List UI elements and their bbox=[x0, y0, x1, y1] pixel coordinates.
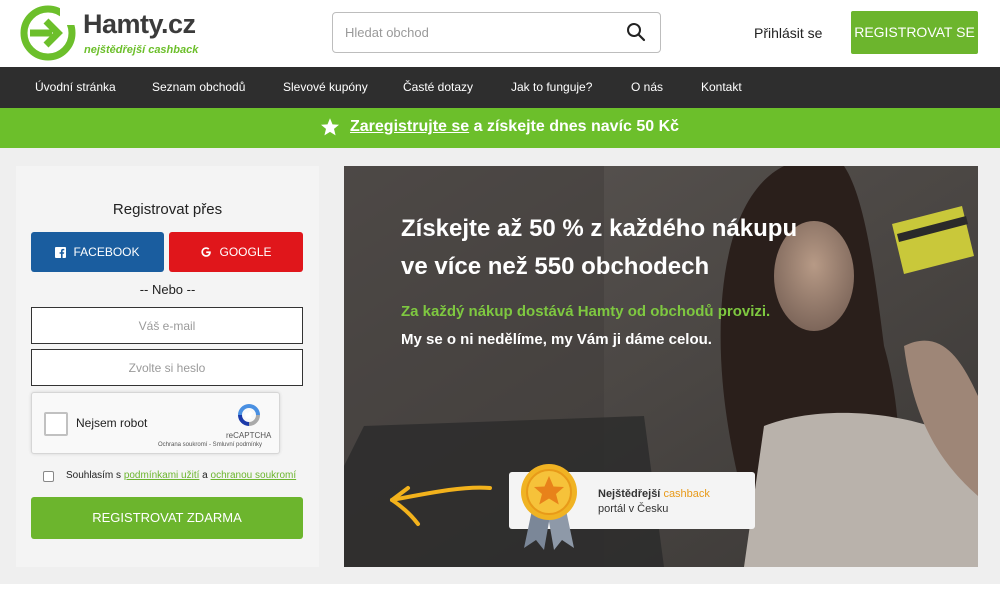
store-search bbox=[332, 12, 661, 53]
agree-text: Souhlasím s podmínkami užití a ochranou … bbox=[66, 470, 296, 481]
google-signup-button[interactable]: GOOGLE bbox=[169, 232, 303, 272]
register-button[interactable]: REGISTROVAT SE bbox=[851, 11, 978, 54]
agree-prefix: Souhlasím s bbox=[66, 470, 124, 481]
site-logo[interactable]: Hamty.cz nejštědřejší cashback bbox=[20, 3, 230, 63]
facebook-signup-button[interactable]: FACEBOOK bbox=[31, 232, 164, 272]
bottom-divider bbox=[0, 584, 1000, 590]
logo-mark-icon bbox=[20, 5, 78, 61]
nav-item-coupons[interactable]: Slevové kupóny bbox=[283, 67, 368, 108]
recaptcha-label: Nejsem robot bbox=[76, 416, 148, 430]
promo-text: Zaregistrujte se a získejte dnes navíc 5… bbox=[350, 118, 679, 136]
or-divider: -- Nebo -- bbox=[139, 282, 196, 297]
logo-tagline: nejštědřejší cashback bbox=[84, 44, 199, 56]
email-input[interactable] bbox=[32, 308, 302, 343]
hero-banner: Získejte až 50 % z každého nákupu ve víc… bbox=[344, 166, 978, 567]
search-input[interactable] bbox=[333, 13, 613, 52]
terms-link[interactable]: podmínkami užití bbox=[124, 470, 200, 481]
login-link[interactable]: Přihlásit se bbox=[754, 25, 822, 41]
badge-cashback: cashback bbox=[663, 488, 710, 500]
nav-item-stores[interactable]: Seznam obchodů bbox=[152, 67, 245, 108]
recaptcha-checkbox[interactable] bbox=[44, 412, 68, 436]
arrow-icon bbox=[390, 485, 492, 526]
agree-mid: a bbox=[199, 470, 211, 481]
password-field bbox=[31, 349, 303, 386]
search-icon[interactable] bbox=[626, 22, 646, 42]
signup-panel: Registrovat přes FACEBOOK GOOGLE -- Nebo… bbox=[16, 166, 319, 567]
hero-title: Získejte až 50 % z každého nákupu ve víc… bbox=[401, 210, 797, 286]
hero-white-text: My se o ni nedělíme, my Vám ji dáme celo… bbox=[401, 331, 712, 348]
recaptcha-logo-icon bbox=[238, 404, 260, 426]
google-icon bbox=[201, 247, 212, 257]
google-label: GOOGLE bbox=[219, 245, 272, 259]
promo-register-link[interactable]: Zaregistrujte se bbox=[350, 118, 469, 135]
hero-title-line-1: Získejte až 50 % z každého nákupu bbox=[401, 215, 798, 242]
badge-line-2: portál v Česku bbox=[598, 503, 669, 515]
nav-item-about[interactable]: O nás bbox=[631, 67, 663, 108]
promo-bar: Zaregistrujte se a získejte dnes navíc 5… bbox=[0, 108, 1000, 148]
register-free-button[interactable]: REGISTROVAT ZDARMA bbox=[31, 497, 303, 539]
recaptcha-links[interactable]: Ochrana soukromí - Smluvní podmínky bbox=[158, 442, 262, 448]
facebook-icon bbox=[55, 246, 67, 258]
hero-title-line-2: ve více než 550 obchodech bbox=[401, 253, 710, 280]
email-field bbox=[31, 307, 303, 344]
medal-icon bbox=[521, 464, 577, 550]
agree-checkbox[interactable] bbox=[43, 471, 54, 482]
badge-text: Nejštědřejší cashback portál v Česku bbox=[598, 487, 710, 517]
badge-bold: Nejštědřejší bbox=[598, 488, 661, 500]
main-nav: Úvodní stránka Seznam obchodů Slevové ku… bbox=[0, 67, 1000, 108]
password-input[interactable] bbox=[32, 350, 302, 385]
logo-text: Hamty.cz bbox=[83, 9, 196, 39]
promo-rest: a získejte dnes navíc 50 Kč bbox=[469, 118, 680, 135]
recaptcha-widget: Nejsem robot reCAPTCHA Ochrana soukromí … bbox=[31, 392, 280, 454]
nav-item-faq[interactable]: Časté dotazy bbox=[403, 67, 473, 108]
signup-title: Registrovat přes bbox=[112, 201, 223, 218]
recaptcha-brand: reCAPTCHA bbox=[226, 431, 272, 440]
nav-item-how-it-works[interactable]: Jak to funguje? bbox=[511, 67, 592, 108]
facebook-label: FACEBOOK bbox=[73, 245, 140, 259]
privacy-link[interactable]: ochranou soukromí bbox=[211, 470, 297, 481]
star-icon bbox=[321, 118, 339, 136]
nav-item-home[interactable]: Úvodní stránka bbox=[35, 67, 116, 108]
site-header: Hamty.cz nejštědřejší cashback Přihlásit… bbox=[0, 0, 1000, 67]
nav-item-contact[interactable]: Kontakt bbox=[701, 67, 742, 108]
hero-green-text: Za každý nákup dostává Hamty od obchodů … bbox=[401, 303, 771, 320]
